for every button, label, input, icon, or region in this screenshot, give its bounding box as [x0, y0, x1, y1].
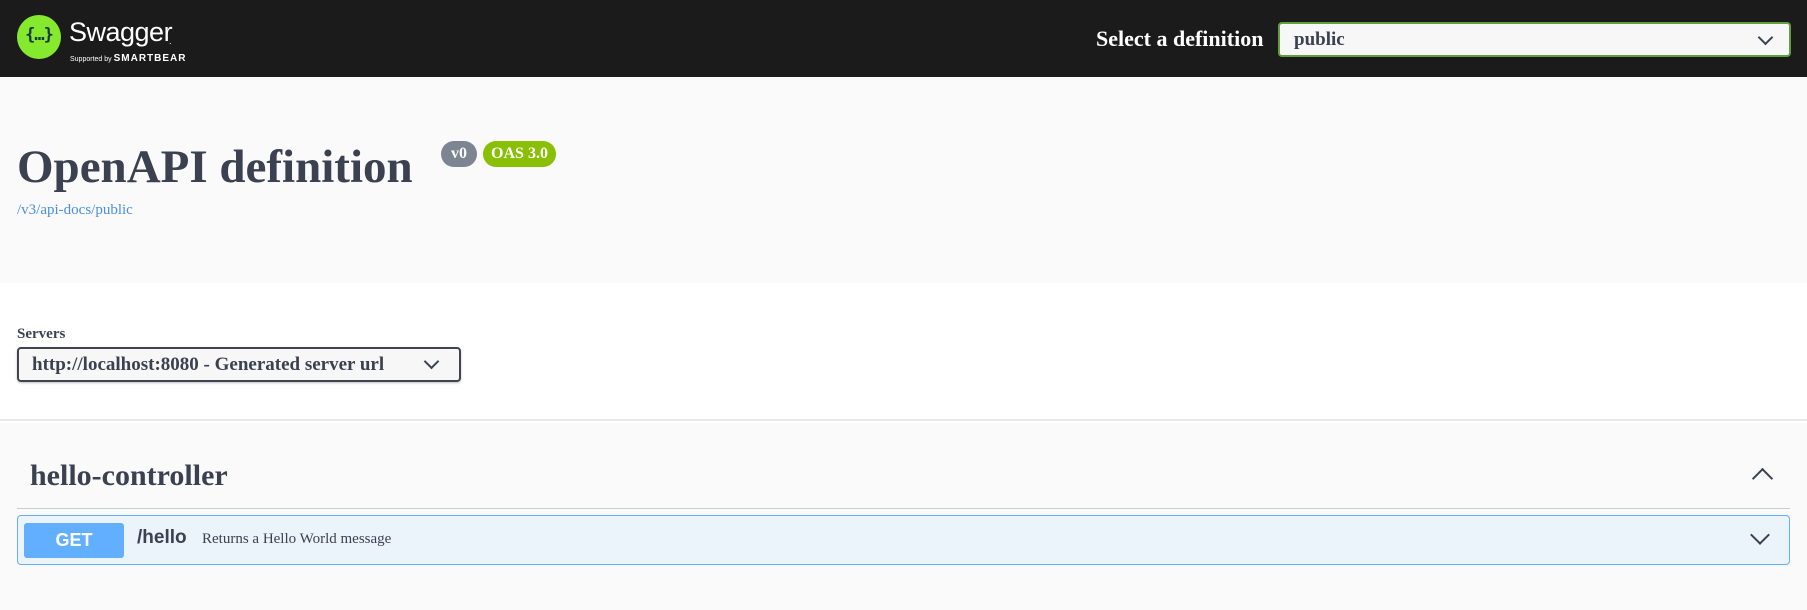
brand-supported-text: Supported by — [70, 56, 112, 63]
tag-title: hello-controller — [30, 459, 228, 492]
api-docs-link[interactable]: /v3/api-docs/public — [17, 202, 133, 219]
brand-supported-by: Supported by SMARTBEAR — [70, 53, 187, 64]
definition-select-value: public — [1294, 29, 1345, 50]
brand-company: SMARTBEAR — [113, 53, 187, 64]
server-select[interactable]: http://localhost:8080 - Generated server… — [17, 347, 461, 382]
brand-tm: . — [169, 36, 172, 46]
version-badge: v0 — [441, 141, 477, 167]
server-select-value: http://localhost:8080 - Generated server… — [32, 354, 385, 375]
definition-select[interactable]: public — [1278, 22, 1791, 57]
operation-path: /hello — [137, 527, 187, 548]
operation-get-hello[interactable]: GET /hello Returns a Hello World message — [17, 515, 1790, 565]
operation-summary: Returns a Hello World message — [202, 531, 392, 547]
oas-badge: OAS 3.0 — [483, 141, 556, 167]
info-section: OpenAPI definition v0 OAS 3.0 /v3/api-do… — [0, 77, 1807, 283]
chevron-down-icon[interactable] — [1750, 525, 1770, 545]
page-title: OpenAPI definition — [17, 141, 413, 193]
select-definition-label: Select a definition — [1096, 26, 1264, 51]
chevron-down-icon — [1757, 29, 1774, 46]
operations-section: hello-controller GET /hello Returns a He… — [0, 423, 1807, 610]
tag-section-header[interactable]: hello-controller — [17, 423, 1790, 509]
logo-glyph: {…} — [25, 25, 54, 45]
servers-label: Servers — [17, 326, 66, 342]
swagger-logo-icon[interactable]: {…} — [17, 15, 61, 59]
brand-name[interactable]: Swagger — [69, 17, 173, 48]
chevron-up-icon[interactable] — [1751, 467, 1774, 490]
chevron-down-icon — [423, 353, 440, 370]
servers-section: Servers http://localhost:8080 - Generate… — [0, 283, 1807, 421]
top-bar: {…} Swagger . Supported by SMARTBEAR Sel… — [0, 0, 1807, 77]
method-badge: GET — [24, 523, 124, 558]
